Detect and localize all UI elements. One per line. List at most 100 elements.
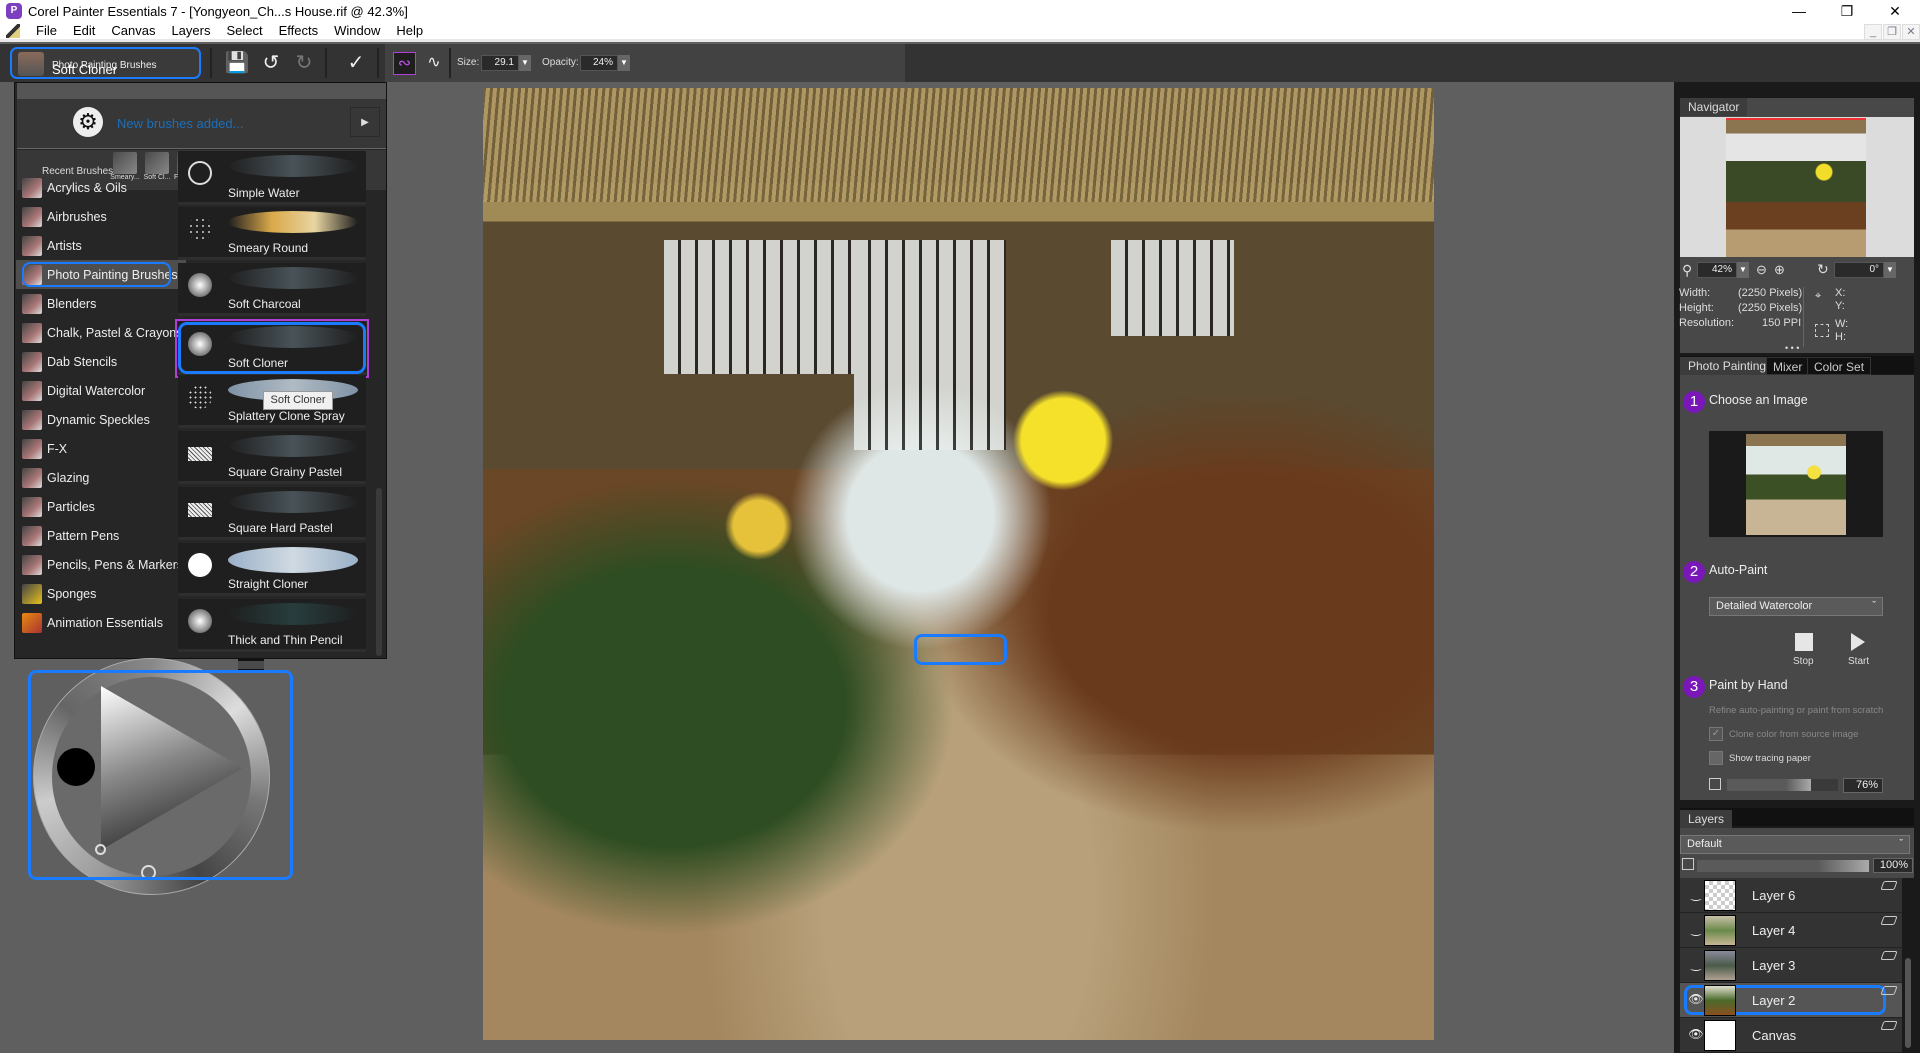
save-icon[interactable]: 💾 [224,50,250,76]
navigator-thumbnail[interactable] [1726,118,1866,257]
menu-select[interactable]: Select [218,21,270,41]
visibility-eye-icon[interactable]: 👁 [1688,1028,1704,1040]
zoom-level-input[interactable]: 42% [1697,262,1737,278]
category-pencils-pens-markers[interactable]: Pencils, Pens & Markers [16,550,186,579]
variant-soft-cloner[interactable]: Soft Cloner [175,319,369,378]
menu-file[interactable]: File [28,21,65,41]
variant-list-scrollbar[interactable] [376,488,382,656]
menu-edit[interactable]: Edit [65,21,103,41]
category-digital-watercolor[interactable]: Digital Watercolor [16,376,186,405]
visibility-eye-icon[interactable]: 👁 [1688,993,1704,1005]
rotate-icon[interactable]: ↻ [1817,261,1829,278]
layer-lock-icon[interactable] [1880,881,1898,890]
layers-tab[interactable]: Layers [1680,810,1733,828]
variant-smeary-round[interactable]: Smeary Round [178,207,366,260]
layer-row[interactable]: 👁 Canvas [1680,1018,1902,1053]
menu-effects[interactable]: Effects [271,21,327,41]
opacity-dropdown[interactable]: ▼ [618,55,630,71]
category-chalk-pastel-crayons[interactable]: Chalk, Pastel & Crayons [16,318,186,347]
category-dab-stencils[interactable]: Dab Stencils [16,347,186,376]
variant-soft-charcoal[interactable]: Soft Charcoal [178,263,366,316]
undo-icon[interactable]: ↺ [258,50,284,76]
category-sponges[interactable]: Sponges [16,579,186,608]
stop-icon[interactable] [1795,633,1813,651]
new-brushes-banner[interactable]: ⚙ New brushes added... ▶ [17,99,386,149]
visibility-hidden-icon[interactable]: ‿ [1688,888,1704,900]
layer-lock-icon[interactable] [1880,1021,1898,1030]
tracing-paper-checkbox[interactable] [1709,751,1723,765]
category-acrylics-oils[interactable]: Acrylics & Oils [16,173,186,202]
more-options-icon[interactable]: • • • [1785,343,1799,353]
maximize-button[interactable]: ❐ [1824,0,1870,22]
layer-row[interactable]: 👁 Layer 2 [1680,983,1902,1018]
tab-color-set[interactable]: Color Set [1807,357,1872,375]
navigator-tab[interactable]: Navigator [1680,98,1748,116]
layer-opacity-slider[interactable] [1697,860,1869,872]
layer-row[interactable]: ‿ Layer 4 [1680,913,1902,948]
layer-row[interactable]: ‿ Layer 6 [1680,878,1902,913]
start-icon[interactable] [1851,633,1865,651]
rotation-dropdown[interactable]: ▼ [1884,262,1896,278]
layer-lock-icon[interactable] [1880,916,1898,925]
menu-layers[interactable]: Layers [163,21,218,41]
brush-selector[interactable]: Photo Painting Brushes Soft Cloner [10,47,201,79]
category-airbrushes[interactable]: Airbrushes [16,202,186,231]
expand-arrow-icon[interactable]: ▶ [350,107,380,137]
tab-mixer[interactable]: Mixer [1766,357,1810,375]
layer-lock-icon[interactable] [1880,986,1898,995]
variant-simple-water[interactable]: Simple Water [178,151,366,205]
layer-lock-icon[interactable] [1880,951,1898,960]
tracing-opacity-value[interactable]: 76% [1843,778,1883,793]
stroke-preview [228,267,358,289]
category-glazing[interactable]: Glazing [16,463,186,492]
painting-canvas[interactable] [483,88,1434,1040]
opacity-input[interactable]: 24% [580,55,618,71]
layer-thumbnail [1704,950,1736,981]
close-button[interactable]: ✕ [1872,0,1918,22]
menu-canvas[interactable]: Canvas [103,21,163,41]
composite-method-select[interactable]: Default ˇ [1680,835,1910,854]
new-brushes-link[interactable]: New brushes added... [117,116,243,131]
toolbar-divider [325,48,327,78]
zoom-out-icon[interactable]: ⊖ [1756,262,1767,278]
freehand-stroke-icon[interactable]: ∾ [393,52,416,75]
menu-window[interactable]: Window [326,21,388,41]
size-dropdown[interactable]: ▼ [519,55,531,71]
category-artists[interactable]: Artists [16,231,186,260]
menu-help[interactable]: Help [388,21,431,41]
autopaint-style-select[interactable]: Detailed Watercolor ˇ [1709,597,1883,616]
zoom-in-icon[interactable]: ⊕ [1774,262,1785,278]
tab-photo-painting[interactable]: Photo Painting [1680,357,1775,375]
layer-row[interactable]: ‿ Layer 3 [1680,948,1902,983]
size-input[interactable]: 29.1 [481,55,519,71]
category-blenders[interactable]: Blenders [16,289,186,318]
doc-close-button[interactable]: ✕ [1902,24,1920,40]
source-image-thumbnail[interactable] [1746,434,1846,535]
variant-square-grainy-pastel[interactable]: Square Grainy Pastel [178,431,366,484]
category-particles[interactable]: Particles [16,492,186,521]
rotation-input[interactable]: 0° [1834,262,1884,278]
zoom-dropdown[interactable]: ▼ [1737,262,1749,278]
layer-opacity-value[interactable]: 100% [1873,858,1913,873]
brush-tool-icon[interactable]: ✓ [343,50,369,76]
category-photo-painting-brushes[interactable]: Photo Painting Brushes [16,260,186,289]
straight-line-stroke-icon[interactable]: ∿ [421,50,447,76]
redo-icon[interactable]: ↻ [291,50,317,76]
minimize-button[interactable]: — [1776,0,1822,22]
visibility-hidden-icon[interactable]: ‿ [1688,958,1704,970]
layers-scrollbar[interactable] [1905,958,1911,1048]
category-pattern-pens[interactable]: Pattern Pens [16,521,186,550]
clone-color-checkbox[interactable]: ✓ [1709,727,1723,741]
width-label: Width: [1679,287,1711,299]
doc-minimize-button[interactable]: _ [1864,24,1882,40]
variant-straight-cloner[interactable]: Straight Cloner [178,543,366,596]
variant-thick-and-thin-pencil[interactable]: Thick and Thin Pencil [178,599,366,652]
variant-square-hard-pastel[interactable]: Square Hard Pastel [178,487,366,540]
category-fx[interactable]: F-X [16,434,186,463]
tracing-opacity-slider[interactable] [1727,779,1838,791]
category-dynamic-speckles[interactable]: Dynamic Speckles [16,405,186,434]
category-animation-essentials[interactable]: Animation Essentials [16,608,186,637]
visibility-hidden-icon[interactable]: ‿ [1688,923,1704,935]
doc-restore-button[interactable]: ❐ [1883,24,1901,40]
glazing-icon [22,467,42,488]
